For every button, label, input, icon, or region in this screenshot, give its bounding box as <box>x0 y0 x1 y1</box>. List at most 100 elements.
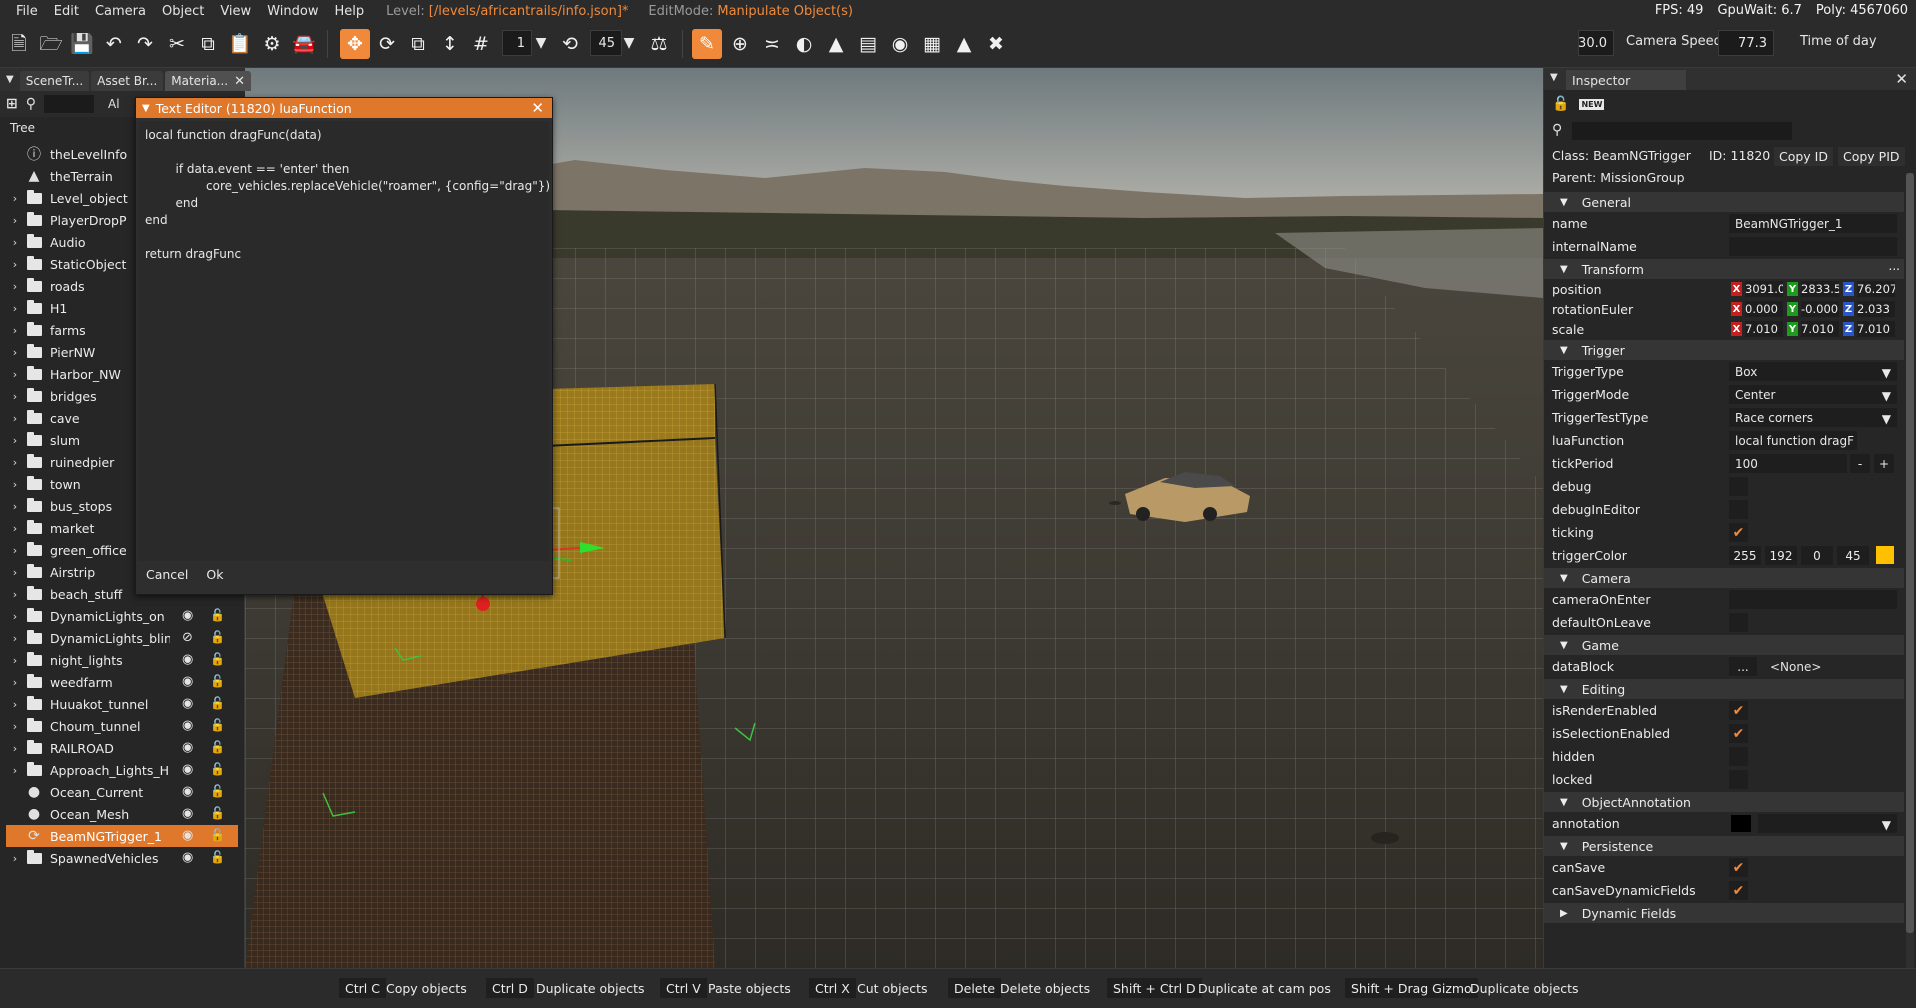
collapse-icon[interactable]: ▼ <box>142 103 150 114</box>
color-b-field[interactable]: 0 <box>1801 546 1833 565</box>
eye-icon[interactable]: ◉ <box>182 784 193 799</box>
tree-row[interactable]: › Huuakot_tunnel ◉ 🔓 <box>6 693 238 715</box>
debug-checkbox[interactable] <box>1729 477 1748 496</box>
add-icon[interactable]: ⊞ <box>6 96 18 112</box>
scale-z[interactable]: Z 7.010 <box>1843 320 1895 338</box>
chevron-right-icon[interactable]: › <box>6 346 24 359</box>
camera-speed-field[interactable]: 30.0 <box>1578 30 1614 56</box>
increment-button[interactable]: + <box>1874 454 1894 473</box>
decals-icon[interactable]: ◉ <box>885 29 915 59</box>
tree-row[interactable]: › SpawnedVehicles ◉ 🔓 <box>6 847 238 869</box>
name-field[interactable]: BeamNGTrigger_1 <box>1729 214 1897 233</box>
debugineditor-checkbox[interactable] <box>1729 500 1748 519</box>
chevron-right-icon[interactable]: › <box>6 434 24 447</box>
chevron-right-icon[interactable]: › <box>6 764 24 777</box>
annotation-select[interactable]: ▼ <box>1758 814 1897 833</box>
chevron-right-icon[interactable]: › <box>6 676 24 689</box>
close-icon[interactable]: ✕ <box>1895 70 1908 88</box>
new-file-icon[interactable]: 🗎 <box>4 29 34 59</box>
random-icon[interactable]: ✖ <box>981 29 1011 59</box>
menu-object[interactable]: Object <box>154 4 212 19</box>
color-swatch[interactable] <box>1876 546 1894 564</box>
chevron-right-icon[interactable]: › <box>6 632 24 645</box>
color-g-field[interactable]: 192 <box>1765 546 1797 565</box>
lock-icon[interactable]: 🔓 <box>210 762 225 776</box>
time-of-day-field[interactable]: 77.3 <box>1718 30 1774 56</box>
add-object-icon[interactable]: ⊕ <box>725 29 755 59</box>
edit-pencil-icon[interactable]: ✎ <box>692 29 722 59</box>
decrement-button[interactable]: - <box>1850 454 1870 473</box>
lock-icon[interactable]: 🔓 <box>210 674 225 688</box>
rotate-snap-field[interactable]: 45 <box>590 30 622 56</box>
chevron-right-icon[interactable]: › <box>6 742 24 755</box>
lock-icon[interactable]: 🔓 <box>210 784 225 798</box>
menu-file[interactable]: File <box>8 4 46 19</box>
more-button[interactable]: ... <box>1889 259 1900 273</box>
copy-pid-button[interactable]: Copy PID <box>1838 147 1905 166</box>
rotation-z[interactable]: Z 2.033 <box>1843 300 1895 318</box>
chevron-right-icon[interactable]: › <box>6 236 24 249</box>
ok-button[interactable]: Ok <box>200 563 230 585</box>
chevron-right-icon[interactable]: › <box>6 588 24 601</box>
position-y[interactable]: Y 2833.5 <box>1787 280 1839 298</box>
triggertesttype-select[interactable]: Race corners ▼ <box>1729 408 1897 427</box>
menu-window[interactable]: Window <box>259 4 326 19</box>
copy-id-button[interactable]: Copy ID <box>1774 147 1833 166</box>
menu-edit[interactable]: Edit <box>46 4 87 19</box>
copy-icon[interactable]: ⧉ <box>193 29 223 59</box>
chevron-right-icon[interactable]: › <box>6 544 24 557</box>
settings-icon[interactable]: ⚙ <box>257 29 287 59</box>
menu-camera[interactable]: Camera <box>87 4 154 19</box>
tree-row[interactable]: ● Ocean_Mesh ◉ 🔓 <box>6 803 238 825</box>
road-spline-icon[interactable]: ▲ <box>949 29 979 59</box>
chevron-right-icon[interactable]: › <box>6 852 24 865</box>
lock-icon[interactable]: 🔓 <box>210 740 225 754</box>
eye-icon[interactable]: ◉ <box>182 696 193 711</box>
defaultonleave-checkbox[interactable] <box>1729 613 1748 632</box>
section-objectannotation[interactable]: ▼ ObjectAnnotation <box>1544 792 1904 812</box>
datablock-browse-button[interactable]: ... <box>1729 657 1757 676</box>
color-a-field[interactable]: 45 <box>1837 546 1869 565</box>
chevron-right-icon[interactable]: › <box>6 412 24 425</box>
align-icon[interactable]: ⚖ <box>644 29 674 59</box>
position-x[interactable]: X 3091.0 <box>1731 280 1783 298</box>
chevron-right-icon[interactable]: › <box>6 456 24 469</box>
eye-off-icon[interactable]: ⊘ <box>182 630 193 645</box>
rotation-y[interactable]: Y -0.000 <box>1787 300 1839 318</box>
rotate-icon[interactable]: ⟳ <box>372 29 402 59</box>
new-inspector-icon[interactable]: NEW <box>1579 98 1605 110</box>
rotation-x[interactable]: X 0.000 <box>1731 300 1783 318</box>
lock-icon[interactable]: 🔓 <box>210 806 225 820</box>
text-editor-titlebar[interactable]: ▼ Text Editor (11820) luaFunction ✕ <box>136 98 552 118</box>
section-dynamic-fields[interactable]: ▶ Dynamic Fields <box>1544 903 1904 923</box>
section-trigger[interactable]: ▼ Trigger <box>1544 340 1904 360</box>
search-input[interactable] <box>44 95 94 113</box>
scale-x[interactable]: X 7.010 <box>1731 320 1783 338</box>
cansavedynamicfields-checkbox[interactable]: ✔ <box>1729 881 1748 900</box>
tree-row[interactable]: › RAILROAD ◉ 🔓 <box>6 737 238 759</box>
tree-row[interactable]: › DynamicLights_on ◉ 🔓 <box>6 605 238 627</box>
section-camera[interactable]: ▼ Camera <box>1544 568 1904 588</box>
close-icon[interactable]: ✕ <box>234 74 245 89</box>
section-editing[interactable]: ▼ Editing <box>1544 679 1904 699</box>
chevron-right-icon[interactable]: › <box>6 478 24 491</box>
filter-all-label[interactable]: Al <box>108 97 120 111</box>
terrain-icon[interactable]: ◐ <box>789 29 819 59</box>
hidden-checkbox[interactable] <box>1729 747 1748 766</box>
annotation-color-swatch[interactable] <box>1731 815 1751 832</box>
chevron-right-icon[interactable]: › <box>6 368 24 381</box>
redo-icon[interactable]: ↷ <box>130 29 160 59</box>
inspector-scrollbar[interactable] <box>1906 173 1914 1008</box>
close-icon[interactable]: ✕ <box>531 99 544 117</box>
section-general[interactable]: ▼ General <box>1544 192 1904 212</box>
chevron-right-icon[interactable]: › <box>6 302 24 315</box>
chevron-right-icon[interactable]: › <box>6 522 24 535</box>
section-persistence[interactable]: ▼ Persistence <box>1544 836 1904 856</box>
tab-material[interactable]: Materia... ✕ <box>165 71 252 91</box>
cansave-checkbox[interactable]: ✔ <box>1729 858 1748 877</box>
code-textarea[interactable]: local function dragFunc(data) if data.ev… <box>139 121 549 561</box>
chevron-right-icon[interactable]: › <box>6 720 24 733</box>
tree-row[interactable]: › night_lights ◉ 🔓 <box>6 649 238 671</box>
lock-icon[interactable]: 🔓 <box>1552 96 1569 112</box>
eye-icon[interactable]: ◉ <box>182 608 193 623</box>
